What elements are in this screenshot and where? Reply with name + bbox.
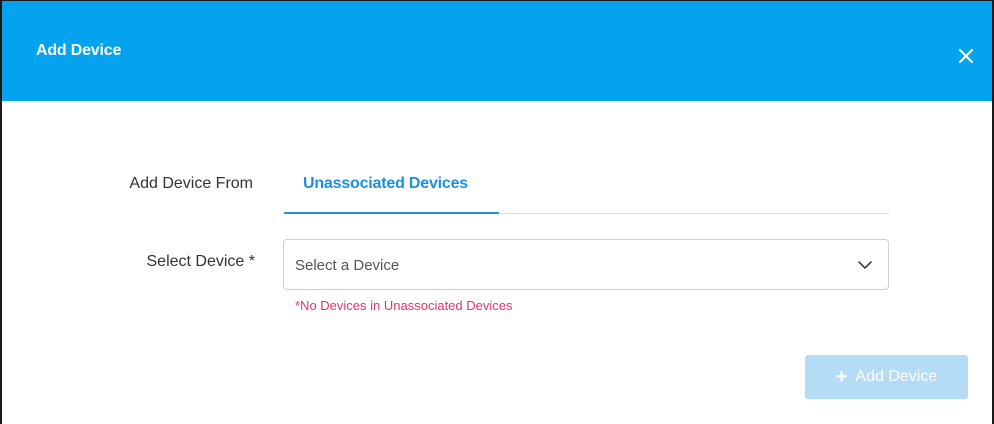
source-tabs: Unassociated Devices — [284, 161, 889, 214]
device-select[interactable]: Select a Device — [283, 239, 889, 290]
close-button[interactable] — [955, 45, 977, 67]
dialog-header: Add Device — [2, 1, 992, 101]
add-device-from-label: Add Device From — [129, 175, 253, 192]
select-device-label: Select Device * — [146, 253, 256, 270]
chevron-down-icon — [858, 261, 872, 269]
device-select-value: Select a Device — [295, 257, 400, 274]
add-device-button[interactable]: + Add Device — [805, 355, 968, 399]
tab-unassociated-devices[interactable]: Unassociated Devices — [284, 161, 499, 214]
add-device-button-label: Add Device — [855, 368, 938, 385]
dialog-title: Add Device — [36, 42, 122, 59]
add-device-dialog: Add Device Add Device From Unassociated … — [0, 0, 994, 424]
tab-label: Unassociated Devices — [303, 175, 468, 192]
error-message: *No Devices in Unassociated Devices — [295, 298, 513, 313]
plus-icon: + — [835, 366, 848, 388]
close-icon — [958, 48, 974, 64]
